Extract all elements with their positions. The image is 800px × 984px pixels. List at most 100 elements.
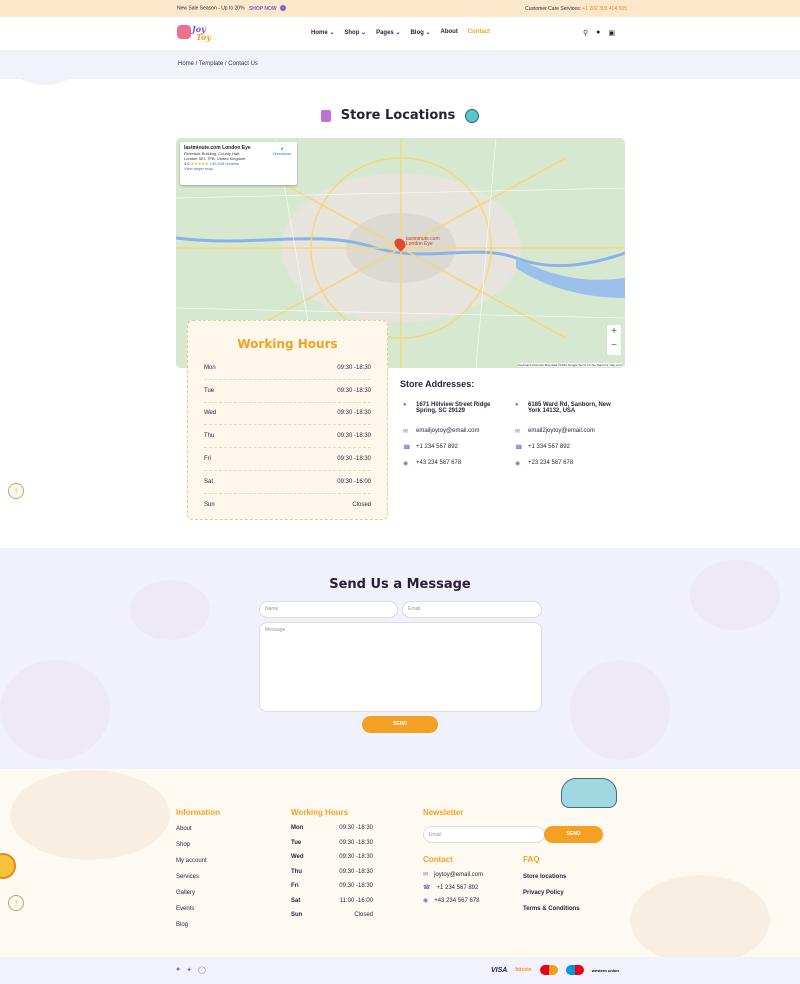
logo-text-toy: Toy — [196, 32, 212, 42]
logo[interactable]: Joy Toy — [177, 23, 213, 43]
footer-link-shop[interactable]: Shop — [176, 837, 207, 853]
nav-about[interactable]: About — [441, 29, 458, 36]
header-icons: ⚲ ● ▣ — [583, 29, 615, 37]
footer-link-events[interactable]: Events — [176, 901, 207, 917]
nav-blog[interactable]: Blog ⌄ — [410, 29, 430, 36]
nav-home[interactable]: Home ⌄ — [311, 29, 334, 36]
footer-hours-day: Wed — [291, 854, 304, 861]
newsletter-send-button[interactable]: SEND — [544, 826, 603, 843]
phone-item: ☎ +1 234 567 892 — [403, 444, 511, 460]
hours-time: 09:30 -18:30 — [337, 387, 371, 394]
phone-text[interactable]: +1 234 567 892 — [416, 444, 511, 450]
user-icon[interactable]: ● — [596, 29, 600, 37]
name-input[interactable]: Name — [259, 601, 398, 618]
footer-hours-day: Mon — [291, 825, 304, 832]
scroll-to-top-icon[interactable]: ↑ — [8, 895, 24, 911]
email-text[interactable]: email2joytoy@email.com — [528, 428, 623, 434]
footer-hours-day: Sun — [291, 912, 303, 919]
envelope-icon: ✉ — [515, 429, 521, 435]
shopping-bag-icon — [320, 109, 331, 122]
hours-day: Thu — [204, 433, 215, 440]
phone-item: ☎ +1 334 567 892 — [515, 444, 623, 460]
view-larger-map-link[interactable]: View larger map — [184, 166, 293, 171]
footer-hours-time: 09:30 -18:30 — [339, 825, 373, 832]
send-message-button[interactable]: SEND — [362, 716, 438, 733]
footer-contact-phone[interactable]: +1 234 567 892 — [436, 885, 478, 891]
chat-text[interactable]: +43 234 567 678 — [416, 460, 511, 466]
facebook-icon[interactable]: ● — [176, 966, 180, 974]
footer-faq-title: FAQ — [523, 855, 540, 864]
footer-information-title: Information — [176, 808, 220, 817]
footer-hours-row: Fri 09:30 -18:30 — [291, 879, 373, 894]
nav-pages[interactable]: Pages ⌄ — [376, 29, 400, 36]
map-zoom-controls: + − — [607, 325, 621, 355]
instagram-icon[interactable]: ◯ — [198, 966, 206, 974]
footer-hours-row: Wed 09:30 -18:30 — [291, 850, 373, 865]
shop-now-link[interactable]: SHOP NOW — [249, 6, 277, 12]
main-nav: Home ⌄ Shop ⌄ Pages ⌄ Blog ⌄ About Conta… — [311, 29, 490, 36]
nav-pages-label: Pages — [376, 30, 394, 36]
address-text: 1671 Hillview Street Ridge Spring, SC 29… — [416, 402, 491, 414]
footer-contact-email[interactable]: joytoy@email.com — [434, 872, 483, 878]
customer-care-phone[interactable]: +1 202 303 404 505 — [582, 6, 627, 12]
chevron-down-icon: ⌄ — [361, 30, 367, 36]
faq-link-privacy-policy[interactable]: Privacy Policy — [523, 885, 580, 901]
chevron-down-icon: ⌄ — [425, 30, 431, 36]
cloud-mascot-icon — [561, 778, 617, 808]
footer-hours-time: 09:30 -18:30 — [339, 883, 373, 890]
message-textarea[interactable]: Message — [259, 622, 542, 712]
faq-link-terms[interactable]: Terms & Conditions — [523, 901, 580, 917]
hours-row: Tue 09:30 -18:30 — [204, 380, 371, 403]
footer-hours-time: 09:30 -18:30 — [339, 854, 373, 861]
email-text[interactable]: emailjoytoy@email.com — [416, 428, 511, 434]
footer-hours-time: 11:00 -16:00 — [339, 897, 373, 904]
footer-link-about[interactable]: About — [176, 821, 207, 837]
phone-icon: ☎ — [403, 445, 411, 451]
footer-link-gallery[interactable]: Gallery — [176, 885, 207, 901]
zoom-in-button[interactable]: + — [607, 325, 621, 339]
footer-contact-list: ✉ joytoy@email.com ☎ +1 234 567 892 ◉ +43 2… — [423, 869, 483, 908]
directions-label: Directions — [273, 151, 291, 156]
store-addresses-title: Store Addresses: — [400, 379, 475, 389]
cart-icon[interactable]: ▣ — [608, 29, 615, 37]
search-icon[interactable]: ⚲ — [583, 29, 588, 37]
twitter-icon[interactable]: ✦ — [186, 966, 192, 974]
directions-button[interactable]: ⬈ Directions — [273, 146, 291, 156]
chevron-down-icon: ⌄ — [395, 30, 401, 36]
email-input[interactable]: Email — [402, 601, 542, 618]
email-item: ✉ emailjoytoy@email.com — [403, 428, 511, 444]
footer-contact-chat[interactable]: +43 234 567 678 — [434, 898, 479, 904]
nav-shop[interactable]: Shop ⌄ — [344, 29, 366, 36]
hours-day: Fri — [204, 456, 211, 463]
footer-contact-chat-row: ◉ +43 234 567 678 — [423, 895, 483, 908]
faq-link-store-locations[interactable]: Store locations — [523, 869, 580, 885]
nav-contact[interactable]: Contact — [468, 29, 490, 36]
map-footer-links[interactable]: Keyboard shortcuts Map data ©2022 Google… — [517, 363, 622, 367]
working-hours-title: Working Hours — [237, 337, 338, 351]
payment-methods: VISA bitcoin western union — [491, 965, 619, 975]
site-header: Joy Toy Home ⌄ Shop ⌄ Pages ⌄ Blog ⌄ Abo… — [0, 17, 800, 50]
mastercard-icon — [539, 965, 558, 975]
map-reviews-link[interactable]: 139,549 reviews — [210, 161, 239, 166]
footer-link-blog[interactable]: Blog — [176, 917, 207, 933]
hours-day: Tue — [204, 387, 215, 394]
footer-link-my-account[interactable]: My account — [176, 853, 207, 869]
arrow-right-icon[interactable]: › — [280, 5, 287, 12]
phone-icon: ☎ — [423, 885, 431, 891]
footer-hours-day: Tue — [291, 839, 302, 846]
zoom-out-button[interactable]: − — [607, 339, 621, 353]
location-pin-icon: ● — [403, 402, 407, 408]
phone-text[interactable]: +1 334 567 892 — [528, 444, 623, 450]
footer-hours-row: Sat 11:00 -16:00 — [291, 894, 373, 909]
scroll-to-top-icon[interactable]: ↑ — [8, 483, 24, 499]
footer-faq-links: Store locations Privacy Policy Terms & C… — [523, 869, 580, 917]
footer-link-services[interactable]: Services — [176, 869, 207, 885]
chat-text[interactable]: +23 234 567 678 — [528, 460, 623, 466]
breadcrumb-band — [0, 50, 800, 79]
footer-hours-title: Working Hours — [291, 808, 349, 817]
footer-contact-phone-row: ☎ +1 234 567 892 — [423, 882, 483, 895]
newsletter-email-input[interactable]: Email — [423, 826, 545, 843]
hours-row: Sun Closed — [204, 494, 371, 517]
hours-time: 09:30 -18:30 — [337, 433, 371, 440]
chat-item: ◉ +23 234 567 678 — [515, 460, 623, 476]
